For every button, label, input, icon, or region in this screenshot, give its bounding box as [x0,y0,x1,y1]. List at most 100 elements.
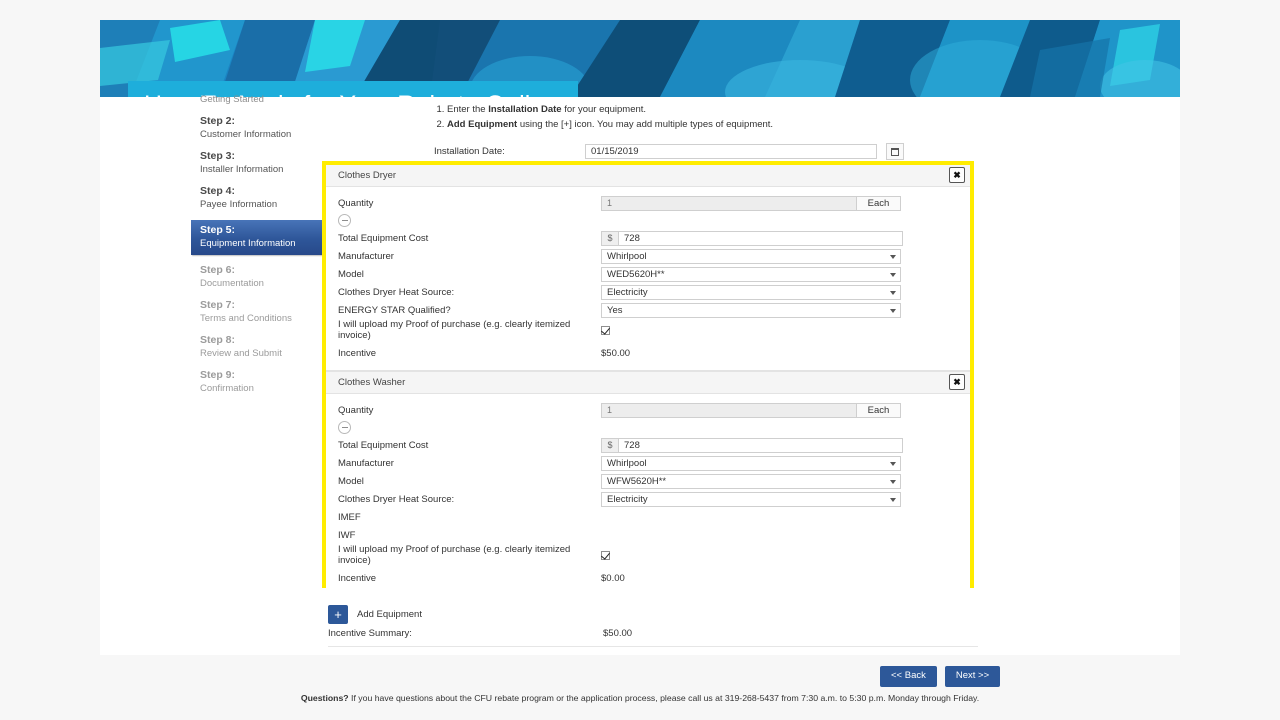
calendar-icon [891,147,899,156]
heat-source-select[interactable]: Electricity [601,491,901,507]
incentive-summary-label: Incentive Summary: [328,628,412,639]
energy-star-label: ENERGY STAR Qualified? [338,304,451,316]
sidebar-item-title: Step 2: [200,115,236,127]
imef-label: IMEF [338,511,361,523]
page-banner: How To Apply for Your Rebate Online [100,20,1180,97]
quantity-unit-label: Each [857,402,901,418]
footer-buttons: << Back Next >> [880,666,1001,687]
installation-date-input[interactable]: 01/15/2019 [585,144,877,159]
step-sidebar: Getting Started Step 2: Customer Informa… [191,94,341,404]
quantity-label: Quantity [338,404,374,416]
sidebar-item-title: Step 6: [200,264,236,276]
incentive-label: Incentive [338,572,377,584]
chevron-down-icon [890,290,896,295]
incentive-value: $0.00 [601,572,625,584]
quantity-row: Quantity 1 Each [326,401,970,419]
installation-date-row: Installation Date: 01/15/2019 [434,143,978,160]
instruction-text: for your equipment. [561,104,647,115]
sidebar-item-title: Step 4: [200,185,236,197]
sidebar-item-title: Step 7: [200,299,236,311]
collapse-row [326,419,970,436]
model-value: WED5620H** [607,268,665,280]
model-select[interactable]: WFW5620H** [601,473,901,489]
chevron-down-icon [890,254,896,259]
total-cost-input[interactable]: 728 [618,230,903,246]
minus-circle-icon[interactable] [338,214,351,227]
sidebar-item-step-8[interactable]: Step 8: Review and Submit [195,334,320,360]
heat-source-select[interactable]: Electricity [601,284,901,300]
total-cost-row: Total Equipment Cost $ 728 [326,436,970,454]
manufacturer-value: Whirlpool [607,250,647,262]
close-icon[interactable]: ✖ [949,374,965,390]
sidebar-item-label: Getting Started [200,94,264,105]
quantity-row: Quantity 1 Each [326,194,970,212]
card-divider [328,646,978,647]
back-button[interactable]: << Back [880,666,937,687]
sidebar-item-label: Installer Information [200,164,284,175]
incentive-value: $50.00 [601,347,631,359]
sidebar-item-title: Step 3: [200,150,236,162]
chevron-down-icon [890,308,896,313]
sidebar-item-step-5[interactable]: Step 5: Equipment Information [191,220,341,255]
main-column: Enter the Installation Date for your equ… [328,97,978,160]
incentive-row: Incentive $50.00 [326,344,970,362]
sidebar-item-step-4[interactable]: Step 4: Payee Information [195,185,320,211]
calendar-picker-button[interactable] [886,143,904,160]
add-equipment-label[interactable]: Add Equipment [357,609,422,620]
sidebar-item-title: Step 9: [200,369,236,381]
sidebar-item-step-3[interactable]: Step 3: Installer Information [195,150,320,176]
screenshot-root: How To Apply for Your Rebate Online Gett… [0,0,1280,720]
heat-source-value: Electricity [607,493,648,505]
energy-star-row: ENERGY STAR Qualified? Yes [326,301,970,319]
energy-star-select[interactable]: Yes [601,302,901,318]
imef-row: IMEF [326,508,970,526]
equipment-panel-clothes-washer: Clothes Washer ✖ Quantity 1 Each Total E… [326,371,970,595]
iwf-label: IWF [338,529,356,541]
close-icon[interactable]: ✖ [949,167,965,183]
sidebar-item-step-6[interactable]: Step 6: Documentation [195,264,320,290]
sidebar-item-step-2[interactable]: Step 2: Customer Information [195,115,320,141]
footer-questions-note: Questions? If you have questions about t… [0,693,1280,703]
sidebar-item-title: Step 8: [200,334,236,346]
questions-text: If you have questions about the CFU reba… [348,693,980,703]
total-cost-input[interactable]: 728 [618,437,903,453]
quantity-input[interactable]: 1 [601,195,857,211]
collapse-row [326,212,970,229]
manufacturer-select[interactable]: Whirlpool [601,455,901,471]
model-value: WFW5620H** [607,475,667,487]
proof-of-purchase-checkbox[interactable] [601,550,610,560]
sidebar-item-label: Confirmation [200,383,254,394]
manufacturer-row: Manufacturer Whirlpool [326,454,970,472]
chevron-down-icon [890,479,896,484]
equipment-header: Clothes Washer ✖ [326,371,970,394]
manufacturer-row: Manufacturer Whirlpool [326,247,970,265]
chevron-down-icon [890,272,896,277]
total-cost-row: Total Equipment Cost $ 728 [326,229,970,247]
instruction-emphasis: Add Equipment [447,119,518,130]
sidebar-item-step-9[interactable]: Step 9: Confirmation [195,369,320,395]
next-button[interactable]: Next >> [944,666,1001,687]
proof-of-purchase-checkbox[interactable] [601,325,610,335]
total-cost-label: Total Equipment Cost [338,439,429,451]
proof-of-purchase-row: I will upload my Proof of purchase (e.g.… [326,544,970,566]
equipment-panel-clothes-dryer: Clothes Dryer ✖ Quantity 1 Each Total Eq… [326,165,970,371]
model-row: Model WFW5620H** [326,472,970,490]
incentive-summary-row: Incentive Summary: $50.00 [328,628,978,639]
currency-prefix: $ [601,437,618,453]
equipment-body: Quantity 1 Each Total Equipment Cost $ 7… [326,394,970,595]
sidebar-item-label: Terms and Conditions [200,313,292,324]
sidebar-item-title: Step 5: [200,224,236,236]
total-cost-label: Total Equipment Cost [338,232,429,244]
heat-source-label: Clothes Dryer Heat Source: [338,493,455,505]
heat-source-row: Clothes Dryer Heat Source: Electricity [326,490,970,508]
plus-icon[interactable]: + [328,605,348,624]
manufacturer-select[interactable]: Whirlpool [601,248,901,264]
minus-circle-icon[interactable] [338,421,351,434]
model-select[interactable]: WED5620H** [601,266,901,282]
quantity-input[interactable]: 1 [601,402,857,418]
sidebar-item-step-7[interactable]: Step 7: Terms and Conditions [195,299,320,325]
incentive-row: Incentive $0.00 [326,569,970,587]
sidebar-item-label: Equipment Information [200,238,296,249]
heat-source-value: Electricity [607,286,648,298]
sidebar-item-getting-started[interactable]: Getting Started [195,93,320,106]
